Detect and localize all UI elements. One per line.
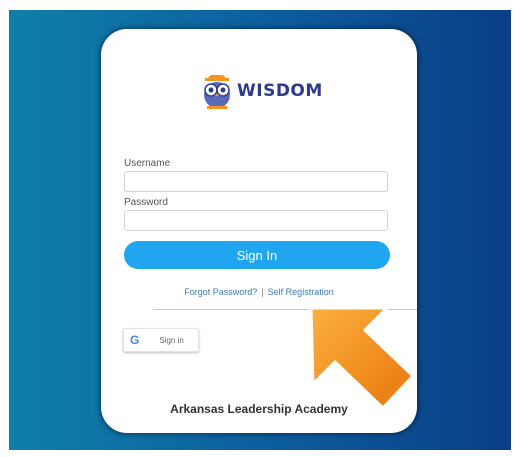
logo-text: WISDOM: [237, 81, 323, 101]
pointer-arrow-icon: [309, 306, 415, 410]
page-background: WISDOM Username Password Sign In Forgot …: [9, 10, 511, 450]
google-icon: G: [130, 333, 140, 347]
google-sign-in-button[interactable]: G Sign in: [123, 328, 199, 352]
wisdom-logo: WISDOM: [201, 71, 323, 111]
forgot-password-link[interactable]: Forgot Password?: [184, 287, 257, 297]
owl-icon: [201, 73, 233, 109]
username-label: Username: [124, 158, 171, 169]
google-sign-in-label: Sign in: [159, 335, 184, 345]
password-label: Password: [124, 197, 168, 208]
username-input[interactable]: [124, 171, 388, 192]
sign-in-button[interactable]: Sign In: [124, 241, 390, 269]
password-input[interactable]: [124, 210, 388, 231]
link-separator: |: [261, 287, 264, 297]
